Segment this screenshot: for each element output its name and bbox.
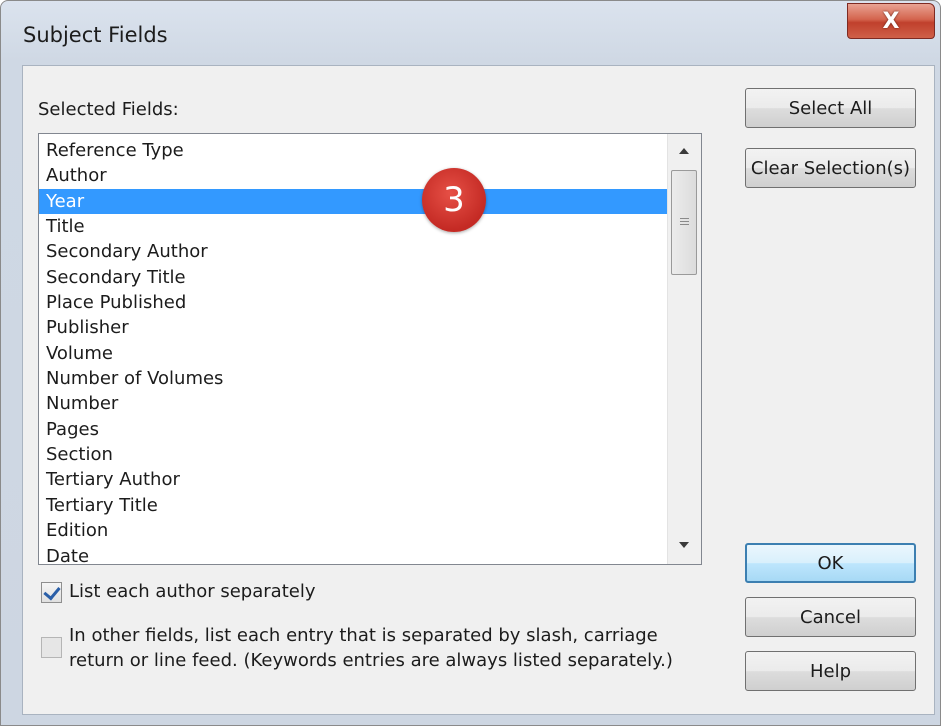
scroll-down-arrow-icon[interactable]	[679, 542, 689, 548]
list-item[interactable]: Section	[39, 442, 667, 467]
list-item[interactable]: Author	[39, 163, 667, 188]
list-item[interactable]: Edition	[39, 518, 667, 543]
help-button[interactable]: Help	[745, 651, 916, 691]
cancel-button[interactable]: Cancel	[745, 597, 916, 637]
list-item[interactable]: Number	[39, 391, 667, 416]
scrollbar-thumb[interactable]	[671, 170, 697, 275]
list-item[interactable]: Pages	[39, 417, 667, 442]
list-item[interactable]: Secondary Title	[39, 265, 667, 290]
selected-fields-label: Selected Fields:	[38, 99, 179, 120]
vertical-scrollbar[interactable]	[667, 134, 701, 564]
select-all-button[interactable]: Select All	[745, 88, 916, 128]
title-bar[interactable]: Subject Fields X	[1, 1, 941, 65]
list-entries-checkbox[interactable]	[41, 637, 62, 658]
list-item[interactable]: Reference Type	[39, 138, 667, 163]
list-item[interactable]: Secondary Author	[39, 239, 667, 264]
list-item[interactable]: Place Published	[39, 290, 667, 315]
list-authors-checkbox[interactable]	[41, 582, 62, 603]
list-authors-label: List each author separately	[69, 581, 316, 602]
list-item[interactable]: Date	[39, 544, 667, 565]
selected-fields-listbox[interactable]: Reference Type Author Year Title Secondary A…	[38, 133, 702, 565]
grip-icon	[680, 218, 689, 226]
list-item[interactable]: Volume	[39, 341, 667, 366]
list-item[interactable]: Number of Volumes	[39, 366, 667, 391]
list-item[interactable]: Publisher	[39, 315, 667, 340]
scroll-up-arrow-icon[interactable]	[679, 148, 689, 154]
list-item[interactable]: Year	[39, 188, 667, 215]
list-item[interactable]: Title	[39, 214, 667, 239]
close-icon: X	[882, 8, 900, 34]
clear-selection-button[interactable]: Clear Selection(s)	[745, 148, 916, 188]
list-item[interactable]: Tertiary Author	[39, 467, 667, 492]
checkmark-icon	[43, 582, 61, 601]
list-item[interactable]: Tertiary Title	[39, 493, 667, 518]
list-entries-label-line1: In other fields, list each entry that is…	[69, 625, 658, 646]
step-badge: 3	[422, 168, 486, 232]
dialog-title: Subject Fields	[23, 23, 168, 47]
close-button[interactable]: X	[847, 3, 935, 39]
field-list: Reference Type Author Year Title Secondary A…	[39, 138, 667, 565]
ok-button[interactable]: OK	[745, 543, 916, 583]
list-entries-label-line2: return or line feed. (Keywords entries a…	[69, 650, 673, 671]
